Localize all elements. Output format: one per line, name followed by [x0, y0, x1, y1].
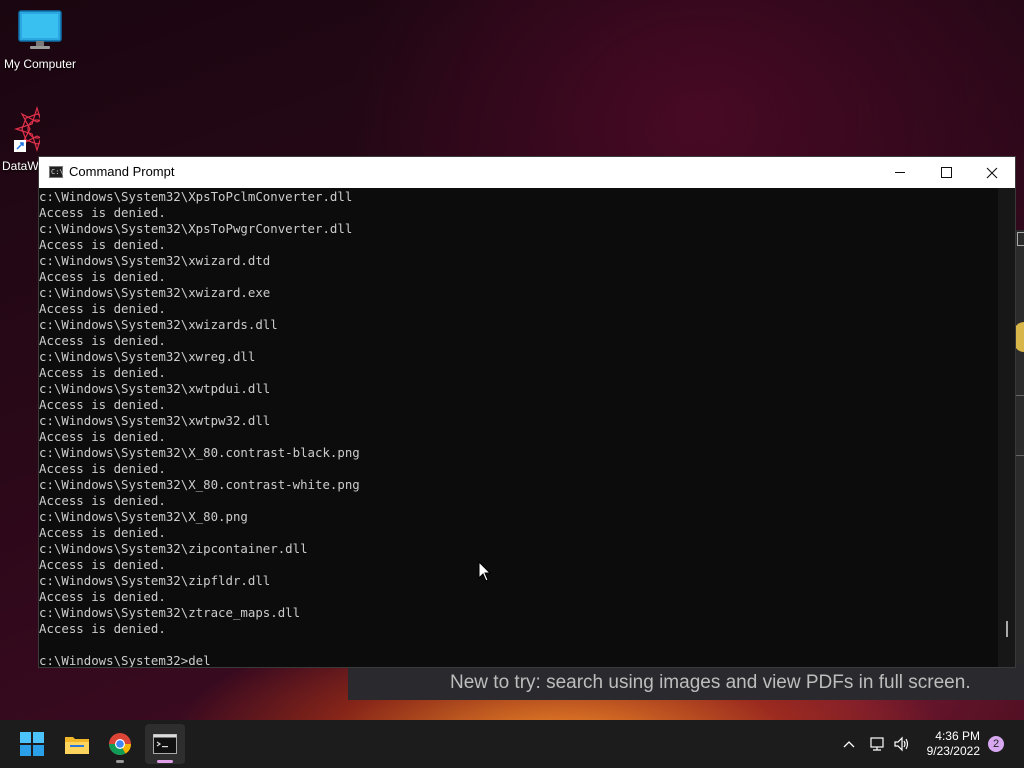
console-line: Access is denied.: [39, 269, 166, 284]
desktop-icon-label: DataW: [2, 159, 39, 173]
console-line: c:\Windows\System32\zipfldr.dll: [39, 573, 271, 588]
window-title: Command Prompt: [69, 164, 175, 179]
console-line: Access is denied.: [39, 493, 166, 508]
background-window-control: [1017, 232, 1024, 246]
console-line: c:\Windows\System32\xwreg.dll: [39, 349, 256, 364]
monitor-icon: [18, 10, 62, 49]
mouse-cursor-icon: [478, 561, 492, 582]
close-button[interactable]: [969, 157, 1015, 188]
running-indicator: [116, 760, 124, 763]
console-line: c:\Windows\System32\X_80.contrast-black.…: [39, 445, 360, 460]
minimize-button[interactable]: [877, 157, 923, 188]
desktop-icon-my-computer[interactable]: My Computer: [0, 10, 80, 71]
chrome-icon: [109, 733, 131, 755]
desktop-icon-label: My Computer: [3, 57, 77, 71]
network-button[interactable]: [868, 720, 886, 768]
console-output[interactable]: c:\Windows\System32\XpsToPclmConverter.d…: [39, 188, 997, 667]
console-line: Access is denied.: [39, 301, 166, 316]
console-line: Access is denied.: [39, 461, 166, 476]
console-line: Access is denied.: [39, 237, 166, 252]
maximize-button[interactable]: [923, 157, 969, 188]
taskbar-chrome[interactable]: [100, 724, 140, 764]
minimize-icon: [895, 172, 905, 173]
console-line: Access is denied.: [39, 557, 166, 572]
maximize-icon: [940, 167, 952, 178]
show-hidden-icons-button[interactable]: [842, 720, 856, 768]
console-line: c:\Windows\System32\zipcontainer.dll: [39, 541, 308, 556]
console-line: c:\Windows\System32>del: [39, 653, 211, 667]
background-window-edge: [1016, 230, 1024, 670]
console-line: Access is denied.: [39, 525, 166, 540]
console-line: Access is denied.: [39, 205, 166, 220]
console-line: Access is denied.: [39, 397, 166, 412]
command-prompt-window[interactable]: C:\ Command Prompt c:\Windows\System32\X…: [38, 156, 1016, 668]
title-bar[interactable]: C:\ Command Prompt: [39, 157, 1015, 188]
console-line: c:\Windows\System32\xwtpdui.dll: [39, 381, 271, 396]
chevron-up-icon: [843, 741, 855, 748]
desktop-icon-dataw[interactable]: DataW: [0, 106, 40, 173]
divider: [1016, 395, 1024, 396]
console-line: c:\Windows\System32\xwizard.dtd: [39, 253, 271, 268]
speaker-icon: [894, 736, 909, 752]
command-prompt-icon: C:\: [49, 166, 64, 178]
taskbar: 4:36 PM 9/23/2022 2: [0, 720, 1024, 768]
console-line: c:\Windows\System32\X_80.png: [39, 509, 248, 524]
console-line: Access is denied.: [39, 621, 166, 636]
terminal-icon: [153, 734, 177, 754]
console-line: c:\Windows\System32\X_80.contrast-white.…: [39, 477, 360, 492]
console-line: Access is denied.: [39, 429, 166, 444]
console-line: Access is denied.: [39, 365, 166, 380]
console-line: c:\Windows\System32\ztrace_maps.dll: [39, 605, 301, 620]
console-line: Access is denied.: [39, 333, 166, 348]
console-line: c:\Windows\System32\XpsToPwgrConverter.d…: [39, 221, 353, 236]
close-icon: [986, 167, 998, 178]
start-button[interactable]: [12, 724, 52, 764]
console-line: Access is denied.: [39, 589, 166, 604]
scrollbar-thumb[interactable]: [1006, 621, 1008, 637]
feature-tip-text: New to try: search using images and view…: [450, 672, 971, 693]
divider: [1016, 455, 1024, 456]
console-line: c:\Windows\System32\xwizard.exe: [39, 285, 271, 300]
clock-time: 4:36 PM: [935, 729, 980, 743]
folder-icon: [65, 737, 89, 754]
taskbar-command-prompt[interactable]: [145, 724, 185, 764]
notification-badge[interactable]: 2: [988, 736, 1004, 752]
active-indicator: [157, 760, 173, 763]
console-line: c:\Windows\System32\xwtpw32.dll: [39, 413, 271, 428]
clock-date: 9/23/2022: [926, 744, 980, 758]
vertical-scrollbar[interactable]: [998, 188, 1015, 667]
console-line: c:\Windows\System32\xwizards.dll: [39, 317, 278, 332]
windows-logo-icon: [20, 732, 44, 756]
clock[interactable]: 4:36 PM 9/23/2022: [927, 729, 980, 759]
console-line: c:\Windows\System32\XpsToPclmConverter.d…: [39, 189, 353, 204]
taskbar-file-explorer[interactable]: [57, 724, 97, 764]
network-icon: [870, 737, 884, 751]
volume-button[interactable]: [893, 720, 911, 768]
dataw-app-icon: [13, 106, 40, 153]
